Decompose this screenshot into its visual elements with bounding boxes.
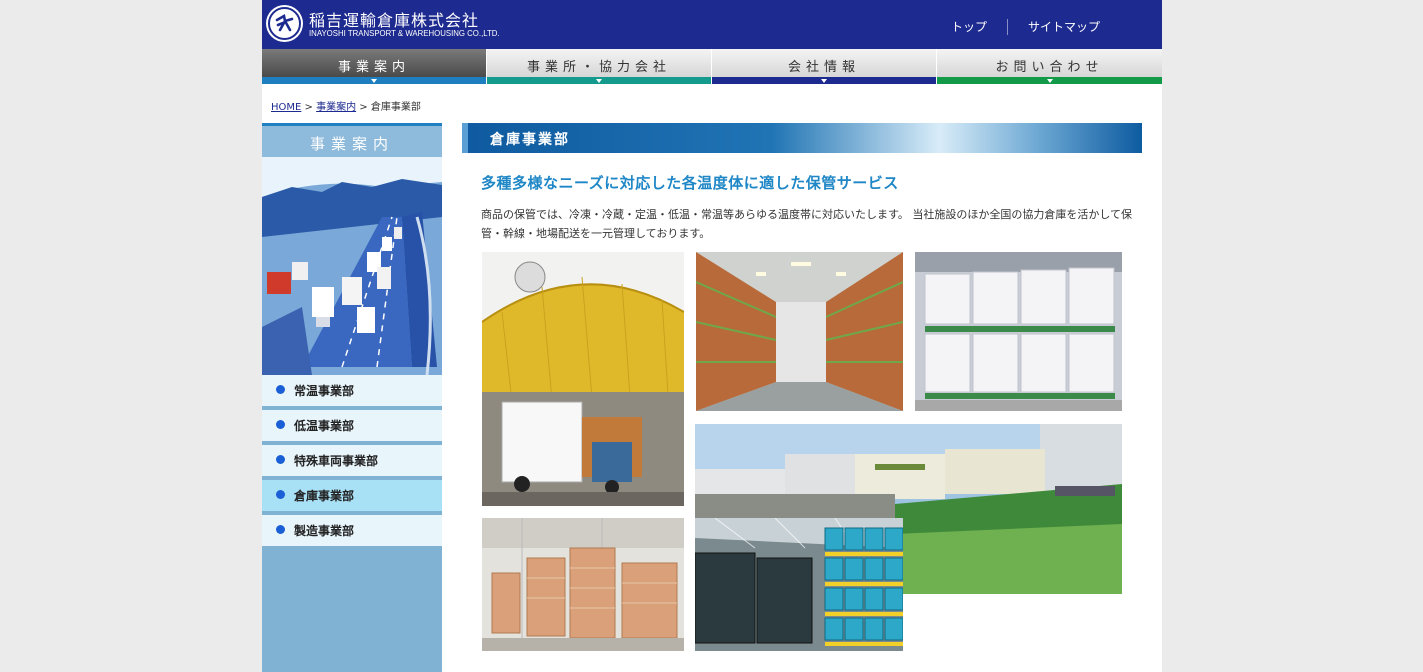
company-name-en: INAYOSHI TRANSPORT & WAREHOUSING CO.,LTD… xyxy=(309,28,500,38)
sidebar-menu: 常温事業部 低温事業部 特殊車両事業部 倉庫事業部 製造事業部 xyxy=(262,375,442,550)
bullet-icon xyxy=(276,525,285,534)
sidebar-item-label: 特殊車両事業部 xyxy=(294,454,379,468)
top-link[interactable]: トップ xyxy=(931,18,1007,35)
nav-business-guide[interactable]: 事業案内 xyxy=(262,49,487,84)
nav-contact[interactable]: お問い合わせ xyxy=(937,49,1162,84)
sidebar-item-low-temp[interactable]: 低温事業部 xyxy=(262,410,442,441)
section-title: 倉庫事業部 xyxy=(462,123,1142,153)
sidebar-item-warehouse[interactable]: 倉庫事業部 xyxy=(262,480,442,511)
breadcrumb-current: 倉庫事業部 xyxy=(370,102,421,113)
chevron-down-icon xyxy=(821,79,827,83)
crate-storage-image xyxy=(695,518,903,651)
nav-company-info[interactable]: 会社情報 xyxy=(712,49,937,84)
sidebar-title: 事業案内 xyxy=(262,123,442,157)
chevron-down-icon xyxy=(371,79,377,83)
breadcrumb: HOME > 事業案内 > 倉庫事業部 xyxy=(271,98,421,113)
breadcrumb-home[interactable]: HOME xyxy=(271,102,301,113)
nav-label: お問い合わせ xyxy=(995,60,1104,75)
header-links: トップ サイトマップ xyxy=(931,18,1120,35)
breadcrumb-sep: > xyxy=(359,102,368,113)
bullet-icon xyxy=(276,455,285,464)
sidebar-item-label: 倉庫事業部 xyxy=(294,489,355,503)
chevron-down-icon xyxy=(596,79,602,83)
cold-storage-racks-image xyxy=(696,252,903,411)
breadcrumb-sep: > xyxy=(304,102,313,113)
highway-trucks-image xyxy=(262,157,442,375)
bullet-icon xyxy=(276,420,285,429)
sidebar-item-special-vehicle[interactable]: 特殊車両事業部 xyxy=(262,445,442,476)
intro-text: 商品の保管では、冷凍・冷蔵・定温・低温・常温等あらゆる温度帯に対応いたします。 … xyxy=(481,208,1133,240)
nav-label: 事業案内 xyxy=(337,60,410,75)
global-nav: 事業案内 事業所・協力会社 会社情報 お問い合わせ xyxy=(262,49,1162,84)
sidebar-item-label: 常温事業部 xyxy=(294,384,355,398)
sidebar: 事業案内 常温事業部 低温事業部 特殊車両事業部 倉庫事業部 製造事業部 xyxy=(262,123,442,672)
site-header: 稲吉運輸倉庫株式会社 INAYOSHI TRANSPORT & WAREHOUS… xyxy=(262,0,1162,49)
flour-sacks-image xyxy=(482,518,684,651)
nav-label: 会社情報 xyxy=(787,60,860,75)
sidebar-item-manufacturing[interactable]: 製造事業部 xyxy=(262,515,442,546)
page-subtitle: 多種多様なニーズに対応した各温度体に適した保管サービス xyxy=(481,174,899,192)
sidebar-item-label: 低温事業部 xyxy=(294,419,355,433)
chevron-down-icon xyxy=(1046,79,1053,83)
breadcrumb-section[interactable]: 事業案内 xyxy=(316,102,356,113)
bullet-icon xyxy=(276,490,285,499)
bulk-bags-image xyxy=(915,252,1122,411)
page: 稲吉運輸倉庫株式会社 INAYOSHI TRANSPORT & WAREHOUS… xyxy=(262,0,1162,672)
sidebar-item-ambient[interactable]: 常温事業部 xyxy=(262,375,442,406)
tent-warehouse-image xyxy=(482,252,684,506)
nav-label: 事業所・協力会社 xyxy=(526,60,671,75)
company-logo-icon[interactable] xyxy=(268,7,301,40)
nav-offices-partners[interactable]: 事業所・協力会社 xyxy=(487,49,712,84)
sitemap-link[interactable]: サイトマップ xyxy=(1008,18,1120,35)
sidebar-item-label: 製造事業部 xyxy=(294,524,355,538)
bullet-icon xyxy=(276,385,285,394)
